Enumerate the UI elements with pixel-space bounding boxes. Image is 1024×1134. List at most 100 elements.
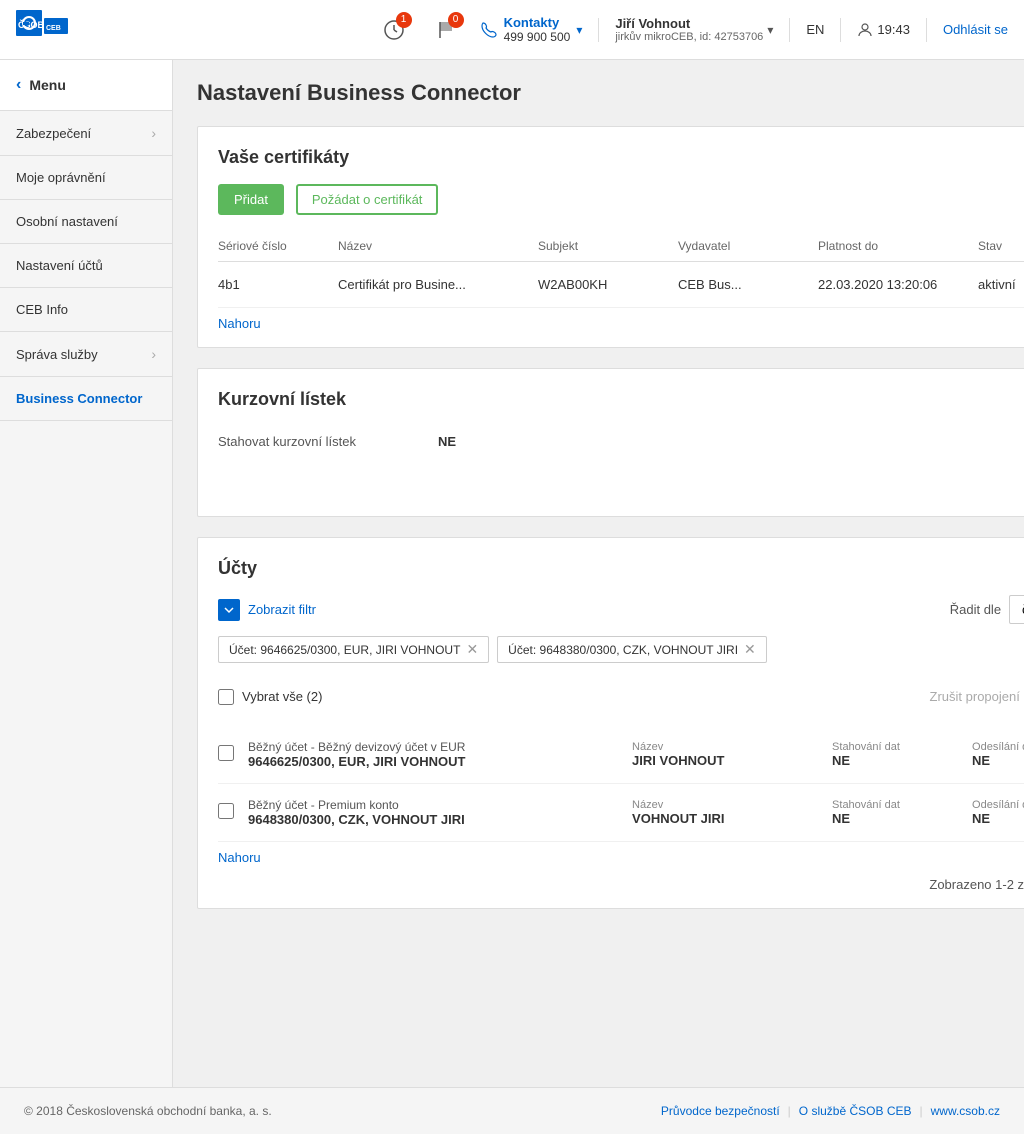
- exchange-title: Kurzovní lístek: [218, 389, 1024, 410]
- account-send-label-0: Odesílání dat: [972, 741, 1024, 753]
- remove-filter-1-button[interactable]: ✕: [744, 641, 756, 658]
- sidebar-item-ucty[interactable]: Nastavení účtů: [0, 244, 172, 288]
- account-download-label-0: Stahování dat: [832, 741, 972, 753]
- user-menu-button[interactable]: Jiří Vohnout jirkův mikroCEB, id: 427537…: [615, 16, 773, 43]
- menu-button[interactable]: Menu: [0, 60, 172, 111]
- nahoru-accounts-link[interactable]: Nahoru: [218, 850, 261, 865]
- logo-icon: ČSOB CEB: [16, 7, 71, 52]
- logo: ČSOB CEB: [16, 7, 71, 52]
- chevron-down-icon: [223, 604, 235, 616]
- remove-filter-0-button[interactable]: ✕: [466, 641, 478, 658]
- filter-tag-1: Účet: 9648380/0300, CZK, VOHNOUT JIRI ✕: [497, 636, 767, 663]
- footer-sep-2: |: [920, 1104, 923, 1118]
- sort-select[interactable]: čísla účtu: [1009, 595, 1024, 624]
- account-download-val-0: NE: [832, 753, 972, 768]
- account-type-0: Běžný účet - Běžný devizový účet v EUR: [248, 740, 632, 754]
- filter-toggle-label[interactable]: Zobrazit filtr: [248, 602, 316, 617]
- footer-sep-1: |: [788, 1104, 791, 1118]
- account-name-col-1: Název VOHNOUT JIRI: [632, 799, 832, 826]
- request-certificate-button[interactable]: Požádat o certifikát: [296, 184, 439, 215]
- sidebar-item-sprava[interactable]: Správa služby: [0, 332, 172, 377]
- filter-toggle-button[interactable]: [218, 599, 240, 621]
- account-number-0: 9646625/0300, EUR, JIRI VOHNOUT: [248, 754, 632, 769]
- footer-link-www[interactable]: www.csob.cz: [931, 1104, 1000, 1118]
- footer-link-about[interactable]: O službě ČSOB CEB: [799, 1104, 912, 1118]
- notifications-button[interactable]: 1: [376, 12, 412, 48]
- account-checkbox-0: [218, 745, 248, 764]
- cert-validity: 22.03.2020 13:20:06: [818, 277, 978, 292]
- page-header: Nastavení Business Connector Tisk: [197, 80, 1024, 106]
- flag-button[interactable]: 0: [428, 12, 464, 48]
- sidebar-item-label: Business Connector: [16, 391, 142, 406]
- sidebar-item-label: Zabezpečení: [16, 126, 91, 141]
- sidebar-chevron: [151, 125, 156, 141]
- select-all-left: Vybrat vše (2): [218, 689, 322, 705]
- nahoru-cert-link[interactable]: Nahoru: [218, 316, 261, 331]
- account-send-0: Odesílání dat NE: [972, 741, 1024, 768]
- account-download-1: Stahování dat NE: [832, 799, 972, 826]
- exchange-label: Stahovat kurzovní lístek: [218, 434, 438, 449]
- header-right: 1 0 Kontakty 499 900 500 Jiří Vohnout: [376, 12, 1008, 48]
- cert-actions: Přidat Požádat o certifikát: [218, 184, 1024, 215]
- account-checkbox-1: [218, 803, 248, 822]
- phone-number: 499 900 500: [504, 30, 571, 44]
- account-send-val-0: NE: [972, 753, 1024, 768]
- sidebar-item-business-connector[interactable]: Business Connector: [0, 377, 172, 421]
- col-header-subject: Subjekt: [538, 239, 678, 253]
- cert-issuer: CEB Bus...: [678, 277, 818, 292]
- add-certificate-button[interactable]: Přidat: [218, 184, 284, 215]
- filter-tags: Účet: 9646625/0300, EUR, JIRI VOHNOUT ✕ …: [218, 636, 1024, 663]
- divider4: [926, 18, 927, 42]
- sidebar-item-label: Moje oprávnění: [16, 170, 106, 185]
- account-name-col-0: Název JIRI VOHNOUT: [632, 741, 832, 768]
- footer-link-security[interactable]: Průvodce bezpečností: [661, 1104, 780, 1118]
- filter-tag-0: Účet: 9646625/0300, EUR, JIRI VOHNOUT ✕: [218, 636, 489, 663]
- svg-text:CEB: CEB: [46, 25, 61, 32]
- footer: © 2018 Československá obchodní banka, a.…: [0, 1087, 1024, 1134]
- user-name: Jiří Vohnout: [615, 16, 763, 31]
- select-all-checkbox[interactable]: [218, 689, 234, 705]
- cert-name: Certifikát pro Busine...: [338, 277, 538, 292]
- sidebar-item-opravneni[interactable]: Moje oprávnění: [0, 156, 172, 200]
- select-all-row: Vybrat vše (2) Zrušit propojení (0) Upra…: [218, 675, 1024, 718]
- time-display: 19:43: [857, 22, 910, 38]
- col-header-issuer: Vydavatel: [678, 239, 818, 253]
- flag-badge: 0: [448, 12, 464, 28]
- sort-label: Řadit dle: [950, 602, 1001, 617]
- cert-serial: 4b1: [218, 277, 338, 292]
- account-row-0: Běžný účet - Běžný devizový účet v EUR 9…: [218, 726, 1024, 784]
- footer-copyright: © 2018 Československá obchodní banka, a.…: [24, 1104, 272, 1118]
- sidebar-item-zabezpeceni[interactable]: Zabezpečení: [0, 111, 172, 156]
- divider1: [598, 18, 599, 42]
- select-all-right: Zrušit propojení (0) Upravit (0): [930, 681, 1024, 712]
- account-check-0[interactable]: [218, 745, 234, 761]
- filter-left: Zobrazit filtr: [218, 599, 316, 621]
- cert-table-header: Sériové číslo Název Subjekt Vydavatel Pl…: [218, 231, 1024, 262]
- account-send-label-1: Odesílání dat: [972, 799, 1024, 811]
- notification-badge: 1: [396, 12, 412, 28]
- filter-right: Řadit dle čísla účtu: [950, 595, 1024, 624]
- account-name-val-1: VOHNOUT JIRI: [632, 811, 832, 826]
- sidebar: Menu Zabezpečení Moje oprávnění Osobní n…: [0, 60, 173, 1087]
- exchange-value: NE: [438, 434, 456, 449]
- sidebar-item-ceb-info[interactable]: CEB Info: [0, 288, 172, 332]
- footer-links: Průvodce bezpečností | O službě ČSOB CEB…: [661, 1104, 1000, 1118]
- account-name-label-1: Název: [632, 799, 832, 811]
- filter-row: Zobrazit filtr Řadit dle čísla účtu: [218, 595, 1024, 624]
- total-label: Zobrazeno 1-2 z celkem 2 záznamů: [218, 877, 1024, 892]
- menu-label: Menu: [29, 77, 66, 93]
- logout-button[interactable]: Odhlásit se: [943, 22, 1008, 37]
- sidebar-item-label: Správa služby: [16, 347, 98, 362]
- sidebar-item-label: Nastavení účtů: [16, 258, 103, 273]
- contacts-button[interactable]: Kontakty 499 900 500: [480, 15, 583, 44]
- account-check-1[interactable]: [218, 803, 234, 819]
- exchange-row: Stahovat kurzovní lístek NE: [218, 426, 1024, 457]
- header: ČSOB CEB 1 0: [0, 0, 1024, 60]
- language-button[interactable]: EN: [806, 22, 824, 37]
- sidebar-item-osobni[interactable]: Osobní nastavení: [0, 200, 172, 244]
- account-name-label-0: Název: [632, 741, 832, 753]
- account-download-val-1: NE: [832, 811, 972, 826]
- account-name-val-0: JIRI VOHNOUT: [632, 753, 832, 768]
- filter-tag-text-0: Účet: 9646625/0300, EUR, JIRI VOHNOUT: [229, 643, 460, 657]
- exchange-card: Kurzovní lístek Stahovat kurzovní lístek…: [197, 368, 1024, 517]
